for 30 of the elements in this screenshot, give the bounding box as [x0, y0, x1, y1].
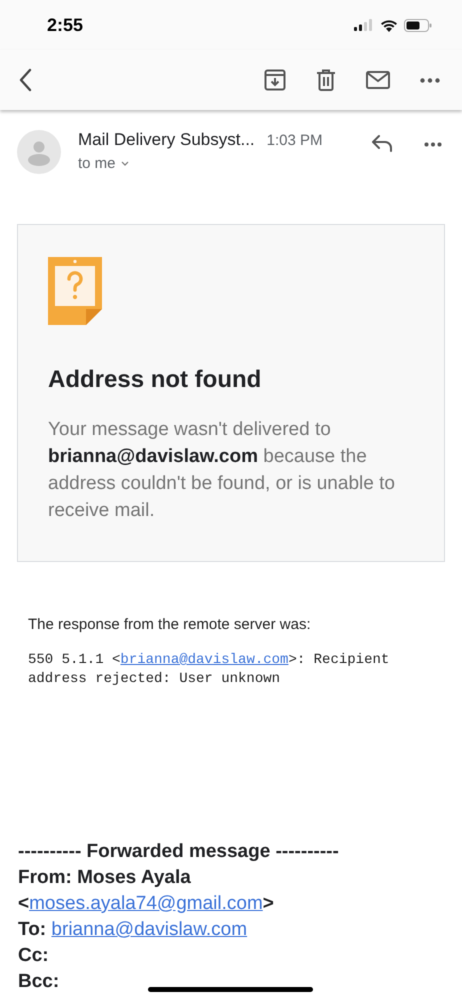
card-title: Address not found: [48, 366, 262, 394]
from-line: From: Moses Ayala: [18, 866, 191, 890]
message-time: 1:03 PM: [266, 132, 323, 149]
mail-icon[interactable]: [366, 71, 390, 89]
to-line: To: brianna@davislaw.com: [18, 918, 248, 942]
server-response: 550 5.1.1 <brianna@davislaw.com>: Recipient address rejected: User unknown: [28, 651, 390, 689]
bcc-line: Bcc:: [18, 970, 60, 994]
more-icon[interactable]: [424, 142, 442, 147]
response-intro: The response from the remote server was:: [28, 616, 312, 633]
trash-icon[interactable]: [316, 69, 336, 91]
cc-line: Cc:: [18, 944, 49, 968]
signal-icon: [354, 19, 374, 31]
email-link[interactable]: brianna@davislaw.com: [120, 652, 288, 668]
from-address: <moses.ayala74@gmail.com>: [18, 892, 274, 916]
chevron-icon: [120, 161, 129, 166]
status-time: 2:55: [47, 14, 84, 36]
avatar-icon: [17, 130, 61, 174]
battery-icon: [404, 18, 432, 32]
sender-name: Mail Delivery Subsyst...: [78, 130, 255, 150]
recipient-dropdown[interactable]: to me: [78, 155, 129, 172]
card-message: Your message wasn't delivered to brianna@davislaw.com because the address couldn't be found, or is unable to receive mail.: [48, 418, 396, 523]
wifi-icon: [380, 18, 398, 32]
archive-icon[interactable]: [264, 69, 286, 91]
note-icon: [48, 257, 102, 325]
reply-icon[interactable]: [371, 134, 393, 152]
back-icon[interactable]: [18, 68, 32, 92]
forwarded-divider: ---------- Forwarded message ----------: [18, 840, 339, 864]
email-link[interactable]: moses.ayala74@gmail.com: [29, 893, 263, 914]
more-icon[interactable]: [420, 78, 440, 82]
email-link[interactable]: brianna@davislaw.com: [51, 919, 248, 940]
